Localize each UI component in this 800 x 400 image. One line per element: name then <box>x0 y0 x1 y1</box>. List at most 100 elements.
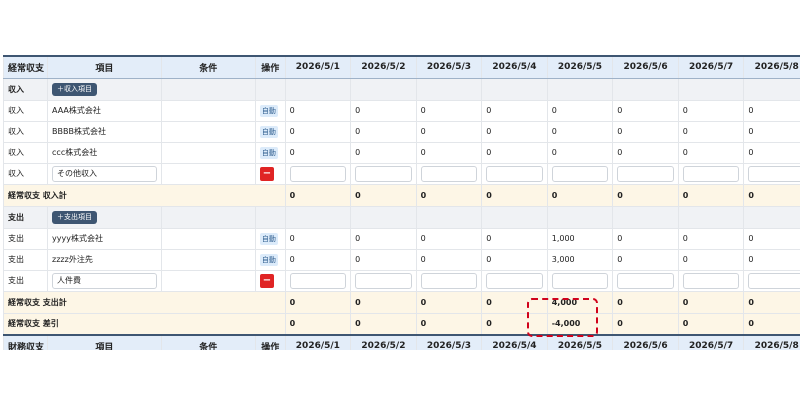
balance-cell: 0 <box>677 312 745 336</box>
amount-cell: 0 <box>284 99 352 122</box>
header-type: 経常収支 <box>2 55 49 79</box>
table-row: 支出 yyyy株式会社 自動 0 0 0 0 1,000 0 0 0 <box>2 227 800 250</box>
header-date: 2026/5/8 <box>743 55 800 79</box>
amount-cell: 1,000 <box>546 227 614 250</box>
amount-input[interactable] <box>682 165 740 182</box>
table-row: 収入 ccc株式会社 自動 0 0 0 0 0 0 0 0 <box>2 141 800 164</box>
condition-cell <box>160 120 256 143</box>
auto-badge[interactable]: 自動 <box>259 125 278 138</box>
amount-input[interactable] <box>289 272 347 289</box>
header-date: 2026/5/6 <box>612 334 679 350</box>
total-cell: 0 <box>415 290 483 314</box>
amount-input[interactable] <box>551 165 609 182</box>
table-row: 支出 zzzz外注先 自動 0 0 0 0 3,000 0 0 0 <box>2 248 800 271</box>
header-date: 2026/5/3 <box>415 334 483 350</box>
balance-row: 経常収支 差引 0 0 0 0 -4,000 0 0 0 <box>3 312 800 336</box>
amount-cell: 0 <box>612 141 679 164</box>
amount-input[interactable] <box>289 165 347 182</box>
row-item-name: BBBB株式会社 <box>47 120 162 143</box>
remove-expense-row-button[interactable]: − <box>259 273 274 288</box>
balance-cell: -4,000 <box>546 312 614 336</box>
condition-cell <box>160 141 256 164</box>
amount-input[interactable] <box>355 272 412 289</box>
header-date: 2026/5/6 <box>612 55 679 79</box>
add-expense-item-button[interactable]: ＋支出項目 <box>52 210 98 224</box>
header-item: 項目 <box>47 334 162 350</box>
amount-cell: 0 <box>350 141 417 164</box>
amount-cell: 0 <box>743 120 800 143</box>
total-cell: 4,000 <box>546 290 614 314</box>
amount-input[interactable] <box>682 272 740 289</box>
total-cell: 0 <box>743 290 800 314</box>
total-cell: 0 <box>677 290 745 314</box>
header-condition: 条件 <box>160 334 256 350</box>
row-item-name: zzzz外注先 <box>47 248 162 271</box>
condition-cell <box>160 162 256 185</box>
balance-cell: 0 <box>481 312 548 336</box>
amount-cell: 0 <box>677 141 745 164</box>
condition-cell <box>160 227 256 250</box>
total-cell: 0 <box>284 290 352 314</box>
header-date: 2026/5/7 <box>677 55 745 79</box>
total-cell: 0 <box>415 183 483 207</box>
header-date: 2026/5/5 <box>546 55 614 79</box>
auto-badge[interactable]: 自動 <box>259 146 278 159</box>
amount-input[interactable] <box>617 272 674 289</box>
total-cell: 0 <box>612 290 679 314</box>
amount-input[interactable] <box>486 165 543 182</box>
amount-cell: 0 <box>481 248 548 271</box>
income-item-name-input[interactable]: その他収入 <box>52 165 157 182</box>
amount-cell: 0 <box>612 227 679 250</box>
amount-input[interactable] <box>355 165 412 182</box>
total-cell: 0 <box>481 183 548 207</box>
amount-cell: 0 <box>284 141 352 164</box>
row-type: 収入 <box>2 120 49 143</box>
amount-cell: 0 <box>415 227 483 250</box>
header-operation: 操作 <box>254 55 286 79</box>
amount-input[interactable] <box>551 272 609 289</box>
amount-cell: 0 <box>350 248 417 271</box>
amount-cell: 3,000 <box>546 248 614 271</box>
total-cell: 0 <box>612 183 679 207</box>
auto-badge[interactable]: 自動 <box>259 253 278 266</box>
condition-cell <box>160 269 256 292</box>
amount-cell: 0 <box>415 99 483 122</box>
condition-cell <box>160 248 256 271</box>
income-total-label: 経常収支 収入計 <box>3 183 286 207</box>
income-input-row: 収入 その他収入 − <box>2 162 800 185</box>
header-financial-type: 財務収支 <box>2 334 49 350</box>
add-income-item-button[interactable]: ＋収入項目 <box>52 82 98 96</box>
amount-cell: 0 <box>677 248 745 271</box>
table-header-row: 経常収支 項目 条件 操作 2026/5/1 2026/5/2 2026/5/3… <box>2 55 800 79</box>
expense-item-name-input[interactable]: 人件費 <box>52 272 157 289</box>
row-type: 支出 <box>2 227 49 250</box>
amount-input[interactable] <box>748 272 800 289</box>
amount-input[interactable] <box>420 165 478 182</box>
amount-input[interactable] <box>420 272 478 289</box>
auto-badge[interactable]: 自動 <box>259 104 278 117</box>
auto-badge[interactable]: 自動 <box>259 232 278 245</box>
total-cell: 0 <box>350 290 417 314</box>
table-row: 収入 AAA株式会社 自動 0 0 0 0 0 0 0 0 <box>2 99 800 122</box>
condition-cell <box>160 99 256 122</box>
amount-cell: 0 <box>743 248 800 271</box>
amount-cell: 0 <box>415 248 483 271</box>
amount-cell: 0 <box>284 248 352 271</box>
amount-input[interactable] <box>486 272 543 289</box>
amount-cell: 0 <box>284 120 352 143</box>
total-cell: 0 <box>350 183 417 207</box>
amount-cell: 0 <box>415 141 483 164</box>
remove-income-row-button[interactable]: − <box>259 166 274 181</box>
amount-input[interactable] <box>617 165 674 182</box>
income-total-row: 経常収支 収入計 0 0 0 0 0 0 0 0 <box>3 183 800 207</box>
expense-section-label: 支出 <box>2 205 49 229</box>
amount-cell: 0 <box>677 99 745 122</box>
financial-header-row: 財務収支 項目 条件 操作 2026/5/1 2026/5/2 2026/5/3… <box>2 334 800 350</box>
header-date: 2026/5/2 <box>350 334 417 350</box>
row-item-name: ccc株式会社 <box>47 141 162 164</box>
amount-input[interactable] <box>748 165 800 182</box>
header-date: 2026/5/4 <box>481 55 548 79</box>
balance-cell: 0 <box>350 312 417 336</box>
row-item-name: yyyy株式会社 <box>47 227 162 250</box>
total-cell: 0 <box>481 290 548 314</box>
